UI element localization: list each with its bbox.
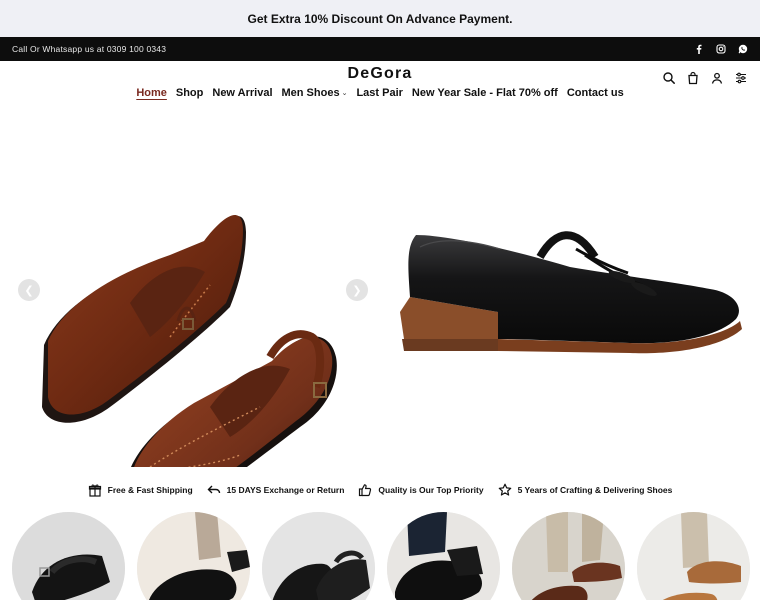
features-bar: Free & Fast Shipping 15 DAYS Exchange or… (0, 467, 760, 512)
filter-icon[interactable] (734, 71, 748, 85)
promo-banner: Get Extra 10% Discount On Advance Paymen… (0, 0, 760, 37)
feature-exchange: 15 DAYS Exchange or Return (207, 483, 345, 497)
category-circles (0, 512, 760, 600)
chevron-down-icon: ⌄ (341, 90, 348, 97)
facebook-icon[interactable] (694, 44, 704, 54)
category-black-slip-on[interactable] (137, 512, 250, 600)
hero-slide-black-loafer[interactable] (380, 107, 760, 467)
nav-last-pair[interactable]: Last Pair (352, 87, 407, 99)
nav-contact-us[interactable]: Contact us (562, 87, 628, 99)
black-slip-on-image (137, 512, 250, 600)
category-tan-sandal[interactable] (637, 512, 750, 600)
nav-men-shoes-label: Men Shoes (281, 87, 340, 99)
feature-quality-label: Quality is Our Top Priority (378, 484, 484, 495)
logo[interactable]: DeGora (0, 65, 760, 83)
feature-quality: Quality is Our Top Priority (358, 483, 484, 497)
nav-new-arrival[interactable]: New Arrival (208, 87, 277, 99)
feature-exchange-label: 15 DAYS Exchange or Return (226, 484, 345, 495)
thumbs-up-icon (358, 483, 372, 497)
whatsapp-icon[interactable] (738, 44, 748, 54)
chevron-left-icon[interactable]: ❮ (18, 279, 40, 301)
instagram-icon[interactable] (716, 44, 726, 54)
contact-text: Call Or Whatsapp us at 0309 100 0343 (12, 44, 167, 54)
site-header: DeGora Home Shop New Arrival Men Shoes ⌄ … (0, 61, 760, 107)
promo-text: Get Extra 10% Discount On Advance Paymen… (247, 11, 513, 26)
gift-icon (88, 483, 102, 497)
nav-men-shoes[interactable]: Men Shoes ⌄ (277, 87, 352, 99)
black-loafer-image (387, 512, 500, 600)
nav-new-year-sale[interactable]: New Year Sale - Flat 70% off (407, 87, 562, 99)
feature-crafting: 5 Years of Crafting & Delivering Shoes (498, 483, 673, 497)
feature-shipping: Free & Fast Shipping (88, 483, 193, 497)
tan-sandal-image (637, 512, 750, 600)
black-sandal-image (12, 512, 125, 600)
hero-slide-brown-sandals[interactable] (0, 107, 380, 521)
black-peshawari-image (262, 512, 375, 600)
category-black-loafer[interactable] (387, 512, 500, 600)
social-links (694, 44, 748, 54)
feature-crafting-label: 5 Years of Crafting & Delivering Shoes (517, 484, 673, 495)
user-icon[interactable] (710, 71, 724, 85)
header-icons (662, 71, 748, 85)
nav-home[interactable]: Home (132, 87, 172, 99)
brown-sandal-image (512, 512, 625, 600)
search-icon[interactable] (662, 71, 676, 85)
main-nav: Home Shop New Arrival Men Shoes ⌄ Last Pa… (0, 87, 760, 99)
nav-shop[interactable]: Shop (171, 87, 208, 99)
feature-shipping-label: Free & Fast Shipping (107, 484, 193, 495)
bag-icon[interactable] (686, 71, 700, 85)
category-black-peshawari[interactable] (262, 512, 375, 600)
black-tassel-loafer-image (400, 231, 742, 354)
category-brown-sandal[interactable] (512, 512, 625, 600)
return-icon (207, 483, 221, 497)
hero-slider[interactable]: ❮ ❯ (0, 107, 760, 521)
chevron-right-icon[interactable]: ❯ (346, 279, 368, 301)
brown-peshawari-sandals-image (42, 215, 337, 521)
star-icon (498, 483, 512, 497)
top-bar: Call Or Whatsapp us at 0309 100 0343 (0, 37, 760, 61)
category-black-sandal[interactable] (12, 512, 125, 600)
